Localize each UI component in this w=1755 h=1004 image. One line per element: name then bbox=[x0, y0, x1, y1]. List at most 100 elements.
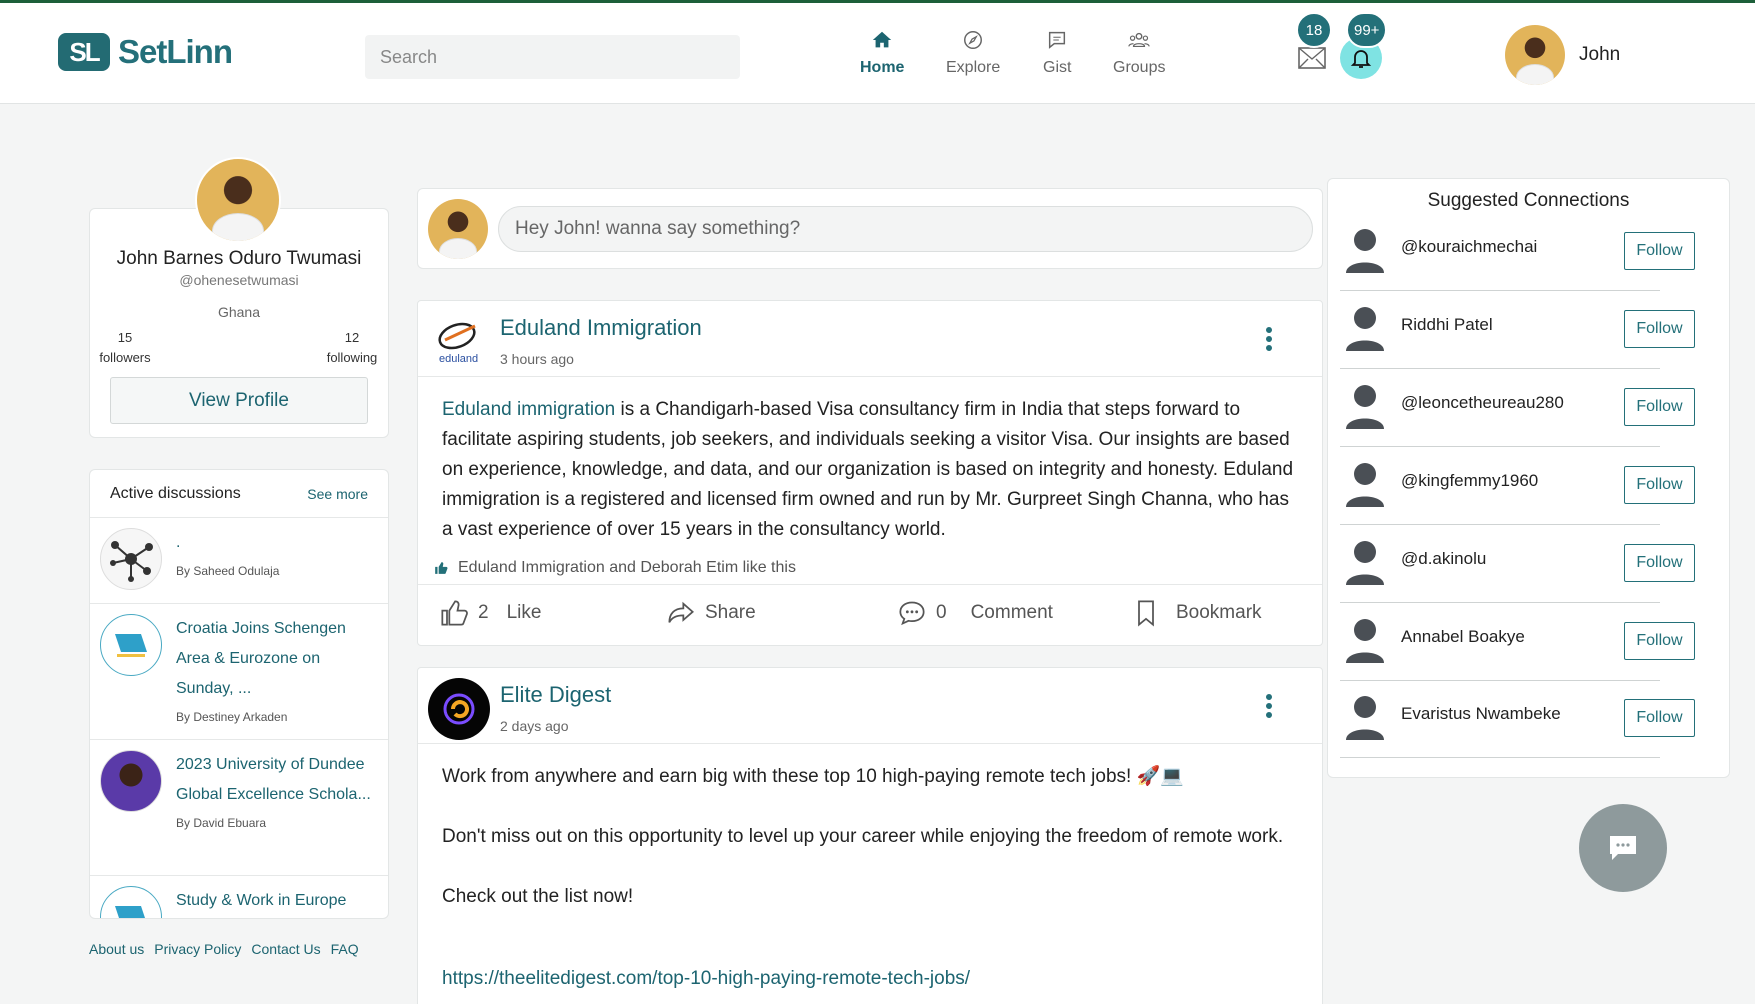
nav-gist-label: Gist bbox=[1043, 59, 1072, 76]
user-silhouette-icon bbox=[1346, 229, 1384, 273]
book-logo-icon bbox=[100, 886, 162, 918]
follow-button[interactable]: Follow bbox=[1624, 622, 1695, 660]
more-options-icon[interactable] bbox=[1266, 694, 1272, 721]
follow-button[interactable]: Follow bbox=[1624, 466, 1695, 504]
follow-button[interactable]: Follow bbox=[1624, 699, 1695, 737]
share-button[interactable]: Share bbox=[667, 599, 756, 627]
post-author[interactable]: Eduland Immigration bbox=[500, 315, 702, 341]
nav-home[interactable]: Home bbox=[860, 29, 904, 77]
like-button[interactable]: 2 Like bbox=[440, 599, 541, 627]
following-label: following bbox=[326, 350, 378, 365]
message-icon bbox=[1610, 836, 1636, 860]
follow-button[interactable]: Follow bbox=[1624, 388, 1695, 426]
mail-icon[interactable] bbox=[1298, 47, 1326, 69]
following-count: 12 bbox=[344, 330, 360, 345]
post-card: eduland Eduland Immigration 3 hours ago … bbox=[417, 300, 1323, 646]
suggestion-row: @kingfemmy1960 bbox=[1340, 447, 1660, 525]
user-silhouette-icon bbox=[1346, 307, 1384, 351]
likes-text: Eduland Immigration and Deborah Etim lik… bbox=[458, 559, 796, 576]
network-icon bbox=[100, 528, 162, 590]
footer-privacy-link[interactable]: Privacy Policy bbox=[154, 941, 241, 957]
notifications-badge: 99+ bbox=[1346, 12, 1388, 48]
post-body: Eduland immigration is a Chandigarh-base… bbox=[418, 377, 1322, 545]
nav-gist[interactable]: Gist bbox=[1043, 29, 1071, 77]
suggestion-name[interactable]: Riddhi Patel bbox=[1401, 315, 1493, 335]
nav-explore[interactable]: Explore bbox=[946, 29, 1000, 77]
post-card: Elite Digest 2 days ago Work from anywhe… bbox=[417, 667, 1323, 1004]
user-menu[interactable]: John bbox=[1505, 25, 1620, 85]
suggestions-title: Suggested Connections bbox=[1427, 190, 1630, 211]
discussion-author: By David Ebuara bbox=[176, 816, 267, 830]
like-label: Like bbox=[506, 602, 542, 623]
share-label: Share bbox=[705, 602, 756, 623]
follow-button[interactable]: Follow bbox=[1624, 544, 1695, 582]
discussion-author: By Saheed Odulaja bbox=[176, 564, 280, 578]
top-navbar: SL SetLinn Home Explore Gist Groups 18 9… bbox=[0, 0, 1755, 104]
suggestion-name[interactable]: @leoncetheureau280 bbox=[1401, 393, 1564, 413]
followers-label: followers bbox=[99, 350, 151, 365]
chat-fab-button[interactable] bbox=[1579, 804, 1667, 892]
post-url-link[interactable]: https://theelitedigest.com/top-10-high-p… bbox=[442, 964, 1298, 994]
eduland-logo[interactable]: eduland bbox=[428, 311, 490, 373]
thumbs-up-filled-icon bbox=[435, 562, 448, 574]
elite-digest-logo[interactable] bbox=[428, 678, 490, 740]
more-options-icon[interactable] bbox=[1266, 327, 1272, 354]
comment-icon bbox=[899, 601, 925, 626]
post-body-line: Check out the list now! bbox=[442, 886, 634, 907]
user-name: John bbox=[1579, 44, 1621, 65]
discussions-header: Active discussions See more bbox=[90, 470, 388, 518]
suggestion-row: Riddhi Patel bbox=[1340, 291, 1660, 369]
see-more-link[interactable]: See more bbox=[307, 486, 368, 502]
post-header: eduland Eduland Immigration 3 hours ago bbox=[418, 301, 1322, 377]
suggestion-name[interactable]: Annabel Boakye bbox=[1401, 627, 1525, 647]
followers-stat[interactable]: 15 followers bbox=[98, 328, 152, 368]
post-author[interactable]: Elite Digest bbox=[500, 682, 611, 708]
discussion-item[interactable]: Study & Work in Europe bbox=[90, 876, 388, 918]
suggestion-name[interactable]: @d.akinolu bbox=[1401, 549, 1486, 569]
app-logo[interactable]: SL SetLinn bbox=[58, 33, 233, 71]
nav-home-label: Home bbox=[860, 59, 905, 76]
comment-button[interactable]: 0 Comment bbox=[898, 599, 1053, 627]
chat-icon bbox=[1049, 31, 1066, 49]
footer-faq-link[interactable]: FAQ bbox=[331, 941, 359, 957]
profile-avatar[interactable] bbox=[195, 157, 281, 243]
home-icon bbox=[873, 31, 892, 48]
suggestion-name[interactable]: @kingfemmy1960 bbox=[1401, 471, 1538, 491]
follow-button[interactable]: Follow bbox=[1624, 232, 1695, 270]
nav-groups[interactable]: Groups bbox=[1113, 29, 1165, 77]
active-discussions-card: Active discussions See more . By Saheed … bbox=[89, 469, 389, 919]
following-stat[interactable]: 12 following bbox=[321, 328, 383, 368]
view-profile-button[interactable]: View Profile bbox=[110, 377, 368, 424]
suggestion-name[interactable]: @kouraichmechai bbox=[1401, 237, 1537, 257]
discussion-item[interactable]: . By Saheed Odulaja bbox=[90, 518, 388, 604]
post-body-link[interactable]: Eduland immigration bbox=[442, 399, 615, 420]
search-input[interactable] bbox=[365, 35, 740, 79]
thumbs-up-icon bbox=[441, 600, 468, 626]
comment-count: 0 bbox=[936, 602, 947, 623]
bell-icon bbox=[1350, 50, 1372, 68]
suggestion-name[interactable]: Evaristus Nwambeke bbox=[1401, 704, 1561, 724]
compose-input[interactable] bbox=[498, 206, 1313, 252]
like-count: 2 bbox=[478, 602, 489, 623]
suggestion-row: Annabel Boakye bbox=[1340, 603, 1660, 681]
post-body-line: Don't miss out on this opportunity to le… bbox=[442, 826, 1284, 847]
post-header: Elite Digest 2 days ago bbox=[418, 668, 1322, 744]
discussion-item[interactable]: Croatia Joins Schengen Area & Eurozone o… bbox=[90, 604, 388, 740]
compass-icon bbox=[964, 31, 983, 49]
footer-contact-link[interactable]: Contact Us bbox=[251, 941, 320, 957]
follow-button[interactable]: Follow bbox=[1624, 310, 1695, 348]
eduland-logo-text: eduland bbox=[439, 353, 478, 365]
discussion-avatar bbox=[100, 750, 162, 812]
suggestion-row: @d.akinolu bbox=[1340, 525, 1660, 603]
user-silhouette-icon bbox=[1346, 463, 1384, 507]
likes-summary[interactable]: Eduland Immigration and Deborah Etim lik… bbox=[434, 559, 796, 577]
footer-about-link[interactable]: About us bbox=[89, 941, 144, 957]
discussion-title: Croatia Joins Schengen Area & Eurozone o… bbox=[176, 620, 346, 697]
bookmark-button[interactable]: Bookmark bbox=[1132, 599, 1262, 627]
discussions-title: Active discussions bbox=[110, 484, 241, 502]
discussion-item[interactable]: 2023 University of Dundee Global Excelle… bbox=[90, 740, 388, 876]
user-silhouette-icon bbox=[1346, 385, 1384, 429]
user-avatar bbox=[1505, 25, 1565, 85]
bookmark-label: Bookmark bbox=[1176, 602, 1262, 623]
post-body-text: is a Chandigarh-based Visa consultancy f… bbox=[442, 399, 1294, 540]
